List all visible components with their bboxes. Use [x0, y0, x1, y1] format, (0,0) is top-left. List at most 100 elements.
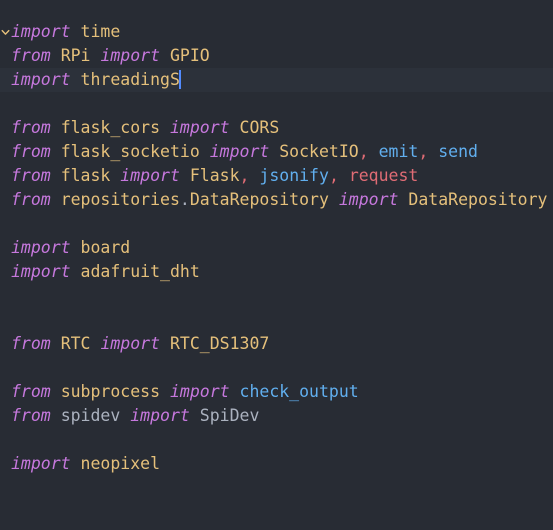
code-token: import	[11, 22, 71, 41]
code-token: flask	[60, 166, 111, 185]
code-token: import	[100, 46, 161, 65]
code-line[interactable]: from spidev import SpiDev	[0, 404, 553, 428]
code-token: ,	[239, 166, 250, 185]
code-token: from	[11, 46, 51, 65]
code-token: from	[11, 334, 51, 353]
code-token: threadingS	[80, 70, 180, 89]
code-token: from	[11, 118, 51, 137]
code-line[interactable]: import time	[0, 20, 553, 44]
code-token: .	[179, 190, 190, 209]
text-caret	[178, 70, 181, 89]
code-token: request	[348, 166, 419, 185]
code-token: send	[438, 142, 478, 161]
code-token: check_output	[239, 382, 359, 401]
code-token: from	[11, 190, 51, 209]
code-token: from	[11, 382, 51, 401]
code-line[interactable]: from subprocess import check_output	[0, 380, 553, 404]
code-line[interactable]: from flask_socketio import SocketIO, emi…	[0, 140, 553, 164]
code-token: emit	[378, 142, 419, 161]
code-line[interactable]: import neopixel	[0, 452, 553, 476]
chevron-down-icon[interactable]	[1, 28, 10, 37]
code-line[interactable]: from RTC import RTC_DS1307	[0, 332, 553, 356]
code-token: spidev	[60, 406, 121, 425]
code-line[interactable]	[0, 92, 553, 116]
code-token: time	[80, 22, 121, 41]
code-token: import	[11, 454, 71, 473]
code-token: DataRepository	[189, 190, 329, 209]
code-editor[interactable]: import time from RPi import GPIO import th…	[0, 0, 553, 530]
code-line[interactable]: import board	[0, 236, 553, 260]
code-token: adafruit_dht	[80, 262, 200, 281]
code-line[interactable]	[0, 284, 553, 308]
code-token: import	[100, 334, 161, 353]
code-line[interactable]: from RPi import GPIO	[0, 44, 553, 68]
code-token: RTC_DS1307	[169, 334, 270, 353]
code-token: import	[11, 70, 71, 89]
code-line[interactable]: from flask import Flask, jsonify, reques…	[0, 164, 553, 188]
code-line[interactable]	[0, 524, 553, 530]
code-token: import	[169, 118, 230, 137]
code-token: SpiDev	[199, 406, 260, 425]
code-token: ,	[328, 166, 339, 185]
code-token: jsonify	[259, 166, 329, 185]
code-token: SocketIO	[279, 142, 359, 161]
code-line[interactable]	[0, 476, 553, 500]
code-token: ,	[358, 142, 369, 161]
code-token: import	[169, 382, 230, 401]
code-line[interactable]	[0, 428, 553, 452]
code-line[interactable]: from repositories.DataRepository import …	[0, 188, 553, 212]
code-token: import	[11, 238, 71, 257]
code-token: import	[338, 190, 399, 209]
code-token: import	[130, 406, 190, 425]
code-line[interactable]	[0, 212, 553, 236]
code-line[interactable]	[0, 356, 553, 380]
code-token: RTC	[60, 334, 91, 353]
code-token: CORS	[239, 118, 280, 137]
code-line[interactable]	[0, 308, 553, 332]
code-token: Flask	[189, 166, 240, 185]
code-token: DataRepository	[408, 190, 548, 209]
code-lines-container[interactable]: import time from RPi import GPIO import th…	[0, 0, 553, 530]
code-line[interactable]: import threadingS	[0, 68, 553, 92]
code-token: ,	[418, 142, 429, 161]
code-token: board	[80, 238, 131, 257]
code-line[interactable]: from flask_cors import CORS	[0, 116, 553, 140]
code-line[interactable]: import adafruit_dht	[0, 260, 553, 284]
code-token: from	[11, 142, 51, 161]
code-token: neopixel	[80, 454, 161, 473]
code-token: flask_socketio	[60, 142, 200, 161]
code-token: import	[11, 262, 71, 281]
code-line[interactable]	[0, 500, 553, 524]
code-token: import	[209, 142, 270, 161]
code-token: GPIO	[169, 46, 210, 65]
